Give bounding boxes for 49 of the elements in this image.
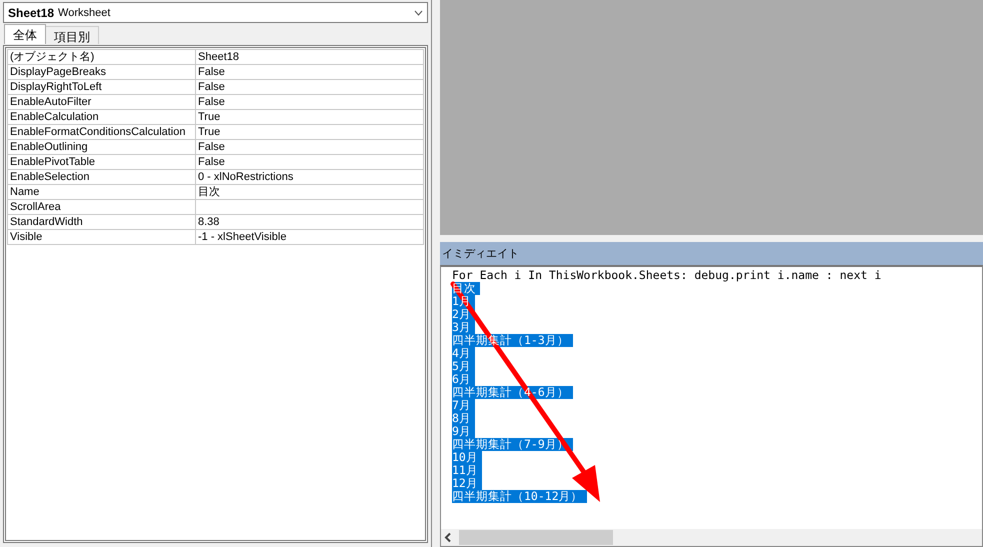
property-value[interactable]: True <box>196 124 424 140</box>
code-line: For Each i In ThisWorkbook.Sheets: debug.print i.name : next i <box>452 269 882 282</box>
output-line: 7月 <box>452 399 475 412</box>
property-value[interactable]: True <box>196 110 424 124</box>
property-value[interactable]: False <box>196 80 424 94</box>
property-name[interactable]: EnableSelection <box>8 170 196 184</box>
tab[interactable]: 全体 <box>4 24 46 44</box>
property-value[interactable]: 目次 <box>196 184 424 200</box>
property-value[interactable]: Sheet18 <box>196 50 424 64</box>
property-value[interactable]: False <box>196 154 424 170</box>
property-value[interactable]: False <box>196 64 424 80</box>
property-name[interactable]: DisplayRightToLeft <box>8 80 196 94</box>
output-line: 10月 <box>452 451 482 464</box>
property-name[interactable]: DisplayPageBreaks <box>8 64 196 80</box>
property-name[interactable]: EnablePivotTable <box>8 154 196 170</box>
property-name[interactable]: Visible <box>8 230 196 244</box>
property-value[interactable]: -1 - xlSheetVisible <box>196 230 424 244</box>
object-name: Sheet18 <box>8 6 54 20</box>
property-name[interactable]: (オブジェクト名) <box>8 50 196 64</box>
output-line: 4月 <box>452 347 475 360</box>
immediate-window-title: イミディエイト <box>440 242 983 265</box>
chevron-down-icon <box>414 10 423 16</box>
horizontal-scrollbar[interactable] <box>441 529 982 546</box>
property-value[interactable]: 0 - xlNoRestrictions <box>196 170 424 184</box>
property-name[interactable]: EnableCalculation <box>8 110 196 124</box>
output-line: 四半期集計（1-3月） <box>452 334 573 347</box>
property-name[interactable]: StandardWidth <box>8 214 196 230</box>
property-name[interactable]: EnableAutoFilter <box>8 94 196 110</box>
property-value[interactable]: 8.38 <box>196 214 424 230</box>
property-name[interactable]: EnableFormatConditionsCalculation <box>8 124 196 140</box>
output-line: 2月 <box>452 308 475 321</box>
output-line: 8月 <box>452 412 475 425</box>
output-line: 四半期集計（7-9月） <box>452 438 573 451</box>
property-name[interactable]: EnableOutlining <box>8 140 196 154</box>
output-line: 9月 <box>452 425 475 438</box>
property-value[interactable]: False <box>196 94 424 110</box>
output-line: 3月 <box>452 321 475 334</box>
object-type: Worksheet <box>58 6 110 18</box>
output-line: 11月 <box>452 464 482 477</box>
object-dropdown[interactable]: Sheet18 Worksheet <box>3 2 428 23</box>
output-line: 6月 <box>452 373 475 386</box>
output-line: 12月 <box>452 477 482 490</box>
property-name[interactable]: ScrollArea <box>8 200 196 214</box>
scrollbar-thumb[interactable] <box>459 530 613 545</box>
output-line: 5月 <box>452 360 475 373</box>
property-name[interactable]: Name <box>8 184 196 200</box>
tab[interactable]: 項目別 <box>46 26 99 44</box>
property-value[interactable]: False <box>196 140 424 154</box>
output-line: 四半期集計（10-12月） <box>452 490 587 503</box>
